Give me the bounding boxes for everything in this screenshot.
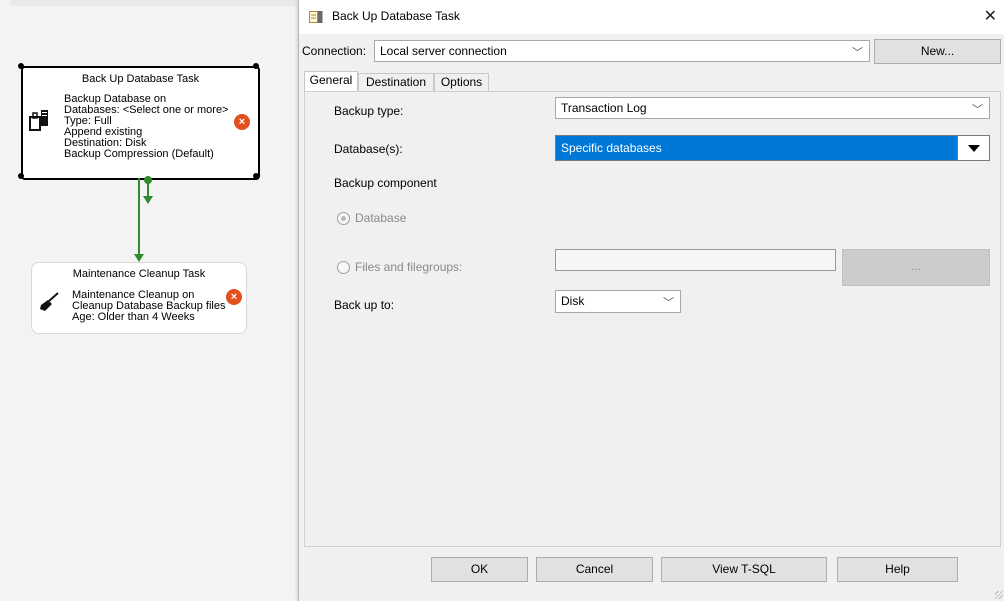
- backup-task-title: Back Up Database Task: [81, 73, 200, 85]
- tab-options-label: Options: [440, 75, 483, 89]
- connection-label: Connection:: [302, 44, 367, 58]
- radio-files-label: Files and filegroups:: [355, 260, 463, 274]
- connection-value: Local server connection: [380, 44, 507, 58]
- caret-down-icon: [968, 145, 980, 152]
- backup-task-line-6: Backup Compression (Default): [64, 148, 214, 160]
- maintenance-cleanup-task-box[interactable]: Maintenance Cleanup Task Maintenance Cle…: [31, 262, 247, 334]
- error-x-icon[interactable]: ×: [226, 289, 242, 305]
- backup-task-icon: [29, 108, 49, 132]
- help-button-label: Help: [885, 562, 910, 576]
- selection-handle[interactable]: [18, 173, 24, 179]
- files-filegroups-field[interactable]: [555, 249, 836, 271]
- radio-database-label: Database: [355, 211, 407, 225]
- backup-type-dropdown[interactable]: Transaction Log ﹀: [555, 97, 990, 119]
- cleanup-task-title: Maintenance Cleanup Task: [72, 268, 206, 280]
- databases-label: Database(s):: [334, 142, 403, 156]
- back-up-to-value: Disk: [561, 294, 585, 308]
- chevron-down-icon: ﹀: [852, 47, 863, 59]
- tab-options[interactable]: Options: [434, 73, 489, 91]
- selection-handle[interactable]: [18, 63, 24, 69]
- dialog-titlebar[interactable]: Back Up Database Task ✕: [299, 0, 1004, 34]
- selection-handle[interactable]: [253, 173, 259, 179]
- new-connection-button[interactable]: New...: [874, 39, 1001, 64]
- databases-value: Specific databases: [561, 141, 662, 155]
- browse-files-button[interactable]: ...: [842, 249, 990, 286]
- cleanup-task-line-3: Age: Older than 4 Weeks: [72, 311, 195, 323]
- dialog-title: Back Up Database Task: [332, 9, 460, 23]
- back-up-to-dropdown[interactable]: Disk ﹀: [555, 290, 681, 313]
- backup-database-task-box[interactable]: Back Up Database Task Backup Database on…: [21, 66, 260, 180]
- precedence-arrow-head: [134, 254, 144, 262]
- dropdown-arrow-button[interactable]: [957, 136, 989, 160]
- selection-handle[interactable]: [253, 63, 259, 69]
- cancel-button-label: Cancel: [575, 562, 614, 576]
- resize-grip[interactable]: [995, 591, 1003, 599]
- view-tsql-button-label: View T-SQL: [712, 562, 776, 576]
- success-arrow-head: [143, 196, 153, 204]
- tab-destination[interactable]: Destination: [358, 73, 434, 91]
- databases-dropdown[interactable]: Specific databases: [555, 135, 990, 161]
- back-up-to-label: Back up to:: [334, 298, 395, 312]
- tab-general-label: General: [309, 73, 353, 87]
- broom-icon: [38, 291, 60, 313]
- new-connection-button-label: New...: [920, 44, 955, 58]
- chevron-down-icon: ﹀: [663, 297, 674, 309]
- connection-dropdown[interactable]: Local server connection ﹀: [374, 40, 870, 62]
- backup-type-value: Transaction Log: [561, 101, 647, 115]
- ok-button-label: OK: [470, 562, 489, 576]
- backup-type-label: Backup type:: [334, 104, 404, 118]
- browse-button-label: ...: [910, 259, 921, 273]
- error-x-icon[interactable]: ×: [234, 114, 250, 130]
- tab-general[interactable]: General: [304, 71, 358, 92]
- help-button[interactable]: Help: [837, 557, 958, 582]
- backup-component-label: Backup component: [334, 176, 437, 190]
- tab-destination-label: Destination: [365, 75, 427, 89]
- task-window-icon: [309, 10, 323, 24]
- close-icon[interactable]: ✕: [984, 6, 997, 26]
- radio-database[interactable]: [337, 212, 350, 225]
- radio-files-filegroups[interactable]: [337, 261, 350, 274]
- cancel-button[interactable]: Cancel: [536, 557, 653, 582]
- canvas-top-strip: [10, 0, 297, 6]
- general-tab-panel: Backup type: Transaction Log ﹀ Database(…: [304, 91, 1001, 547]
- view-tsql-button[interactable]: View T-SQL: [661, 557, 827, 582]
- ok-button[interactable]: OK: [431, 557, 528, 582]
- chevron-down-icon: ﹀: [972, 104, 983, 116]
- backup-database-task-dialog: Back Up Database Task ✕ Connection: Loca…: [298, 0, 1004, 601]
- precedence-connector[interactable]: [138, 178, 140, 256]
